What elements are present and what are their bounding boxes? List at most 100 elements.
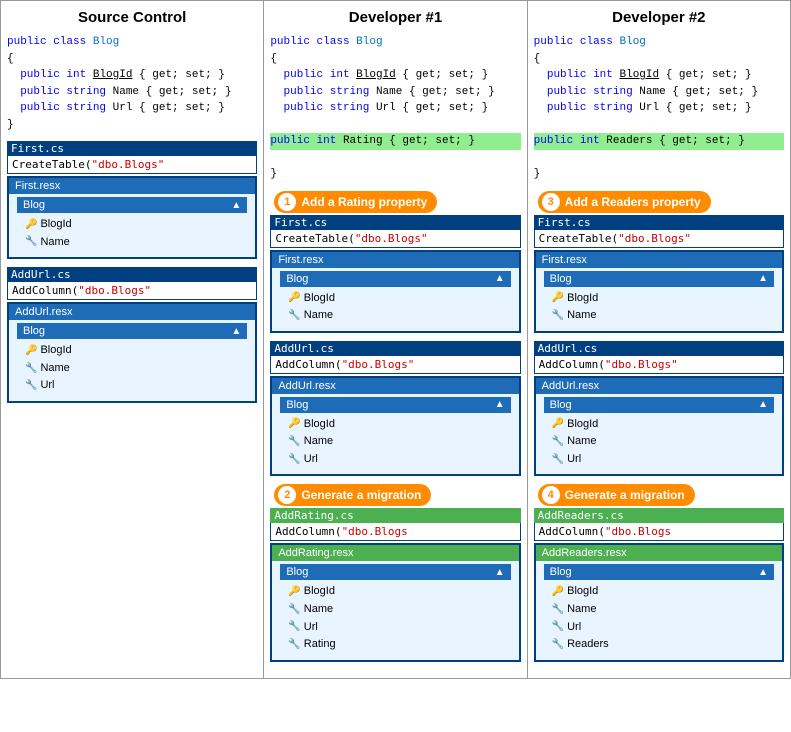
- dev1-code-block: public class Blog { public int BlogId { …: [270, 34, 520, 183]
- dev1-key2: 🔑: [288, 416, 300, 432]
- dev2-blogid: 🔑 BlogId: [552, 290, 766, 308]
- dev2-addurl-resx-header: AddUrl.resx: [536, 378, 782, 394]
- dev2-addreaders-resx-title: AddReaders.resx: [542, 547, 627, 559]
- step4-label: Generate a migration: [565, 488, 685, 502]
- first-cs-content: CreateTable("dbo.Blogs": [7, 156, 257, 174]
- addurl-resx-header: AddUrl.resx: [9, 304, 255, 320]
- blog-entity-header2: Blog ▲: [17, 323, 247, 339]
- dev2-url: 🔧 Url: [552, 451, 766, 469]
- dev2-chevron2: ▲: [758, 399, 768, 410]
- addurl-resx-items: 🔑 BlogId 🔧 Name 🔧 Url: [17, 339, 247, 398]
- dev1-addurl-cs: AddUrl.cs AddColumn("dbo.Blogs" AddUrl.r…: [270, 341, 520, 477]
- first-resx-body: Blog ▲ 🔑 BlogId 🔧 Name: [9, 194, 255, 257]
- dev1-url2: 🔧 Url: [288, 619, 502, 637]
- dev1-blog-label2: Blog: [286, 399, 308, 411]
- dev2-chevron: ▲: [758, 273, 768, 284]
- step1-badge: 1 Add a Rating property: [274, 191, 437, 213]
- dev2-addurl-header: AddUrl.cs: [534, 341, 784, 356]
- col-icon2: 🔧: [25, 361, 37, 377]
- dev1-first-resx-header: First.resx: [272, 252, 518, 268]
- dev2-readers: 🔧 Readers: [552, 636, 766, 654]
- dev1-blogid2: 🔑 BlogId: [288, 416, 502, 434]
- step2-label: Generate a migration: [301, 488, 421, 502]
- dev2-col-readers: 🔧: [552, 637, 564, 653]
- key-icon: 🔑: [25, 217, 37, 233]
- dev1-first-resx-body: Blog ▲ 🔑 BlogId 🔧 Name: [272, 268, 518, 331]
- dev1-addrating-cs: AddRating.cs AddColumn("dbo.Blogs AddRat…: [270, 508, 520, 661]
- dev1-blog-label3: Blog: [286, 566, 308, 578]
- dev1-first-cs-header: First.cs: [270, 215, 520, 230]
- dev2-blog-label2: Blog: [550, 399, 572, 411]
- dev1-addurl-resx-body: Blog ▲ 🔑 BlogId 🔧 Name 🔧 Url: [272, 394, 518, 475]
- step4-circle: 4: [542, 486, 560, 504]
- dev1-col-url: 🔧: [288, 452, 300, 468]
- dev2-blog-header2: Blog ▲: [544, 397, 774, 413]
- dev1-addurl-resx-header: AddUrl.resx: [272, 378, 518, 394]
- dev2-addurl-content: AddColumn("dbo.Blogs": [534, 356, 784, 374]
- dev2-name2: 🔧 Name: [552, 433, 766, 451]
- dev1-first-items: 🔑 BlogId 🔧 Name: [280, 287, 510, 328]
- dev2-addurl-resx-title: AddUrl.resx: [542, 380, 599, 392]
- dev2-first-items: 🔑 BlogId 🔧 Name: [544, 287, 774, 328]
- dev2-first-resx-body: Blog ▲ 🔑 BlogId 🔧 Name: [536, 268, 782, 331]
- addurl-resx-body: Blog ▲ 🔑 BlogId 🔧 Name 🔧 Url: [9, 320, 255, 401]
- resx-item-name2: 🔧 Name: [25, 360, 239, 378]
- dev2-col-url2: 🔧: [552, 619, 564, 635]
- chevron-icon: ▲: [231, 200, 241, 211]
- dev2-blog-header3: Blog ▲: [544, 564, 774, 580]
- dev1-addrating-items: 🔑 BlogId 🔧 Name 🔧 Url 🔧 Rating: [280, 580, 510, 656]
- dev1-name2: 🔧 Name: [288, 433, 502, 451]
- step1-label: Add a Rating property: [301, 195, 427, 209]
- dev1-chevron: ▲: [495, 273, 505, 284]
- dev2-addreaders-content: AddColumn("dbo.Blogs: [534, 523, 784, 541]
- dev1-first-cs: First.cs CreateTable("dbo.Blogs" First.r…: [270, 215, 520, 333]
- dev1-first-resx-box: First.resx Blog ▲ 🔑 BlogId 🔧 Name: [270, 250, 520, 333]
- resx-item-url: 🔧 Url: [25, 377, 239, 395]
- source-code-block: public class Blog { public int BlogId { …: [7, 34, 257, 133]
- first-resx-box: First.resx Blog ▲ 🔑 BlogId 🔧 Name: [7, 176, 257, 259]
- col-title-dev1: Developer #1: [270, 9, 520, 26]
- key-icon2: 🔑: [25, 343, 37, 359]
- column-dev1: Developer #1 public class Blog { public …: [264, 1, 527, 678]
- col-icon: 🔧: [25, 234, 37, 250]
- dev1-addurl-resx-box: AddUrl.resx Blog ▲ 🔑 BlogId 🔧 Name 🔧 Url: [270, 376, 520, 477]
- first-cs-header: First.cs: [7, 141, 257, 156]
- dev1-col-rating: 🔧: [288, 637, 300, 653]
- blog-label: Blog: [23, 199, 45, 211]
- step3-row: 3 Add a Readers property: [534, 191, 784, 213]
- dev2-addreaders-header: AddReaders.cs: [534, 508, 784, 523]
- dev1-chevron3: ▲: [495, 567, 505, 578]
- step2-circle: 2: [278, 486, 296, 504]
- dev1-addrating-resx-box: AddRating.resx Blog ▲ 🔑 BlogId 🔧 Name 🔧 …: [270, 543, 520, 661]
- first-resx-title: First.resx: [15, 180, 60, 192]
- step2-badge: 2 Generate a migration: [274, 484, 431, 506]
- resx-item-blogid: 🔑 BlogId: [25, 216, 239, 234]
- chevron-icon2: ▲: [231, 326, 241, 337]
- dev2-addurl-items: 🔑 BlogId 🔧 Name 🔧 Url: [544, 413, 774, 472]
- dev2-blog-label: Blog: [550, 273, 572, 285]
- col-title-source: Source Control: [7, 9, 257, 26]
- resx-item-name: 🔧 Name: [25, 234, 239, 252]
- dev1-blog-header: Blog ▲: [280, 271, 510, 287]
- dev1-addrating-resx-body: Blog ▲ 🔑 BlogId 🔧 Name 🔧 Url 🔧 Rating: [272, 561, 518, 659]
- first-resx-header: First.resx: [9, 178, 255, 194]
- dev2-col2: 🔧: [552, 434, 564, 450]
- dev2-addurl-resx-box: AddUrl.resx Blog ▲ 🔑 BlogId 🔧 Name 🔧 Url: [534, 376, 784, 477]
- dev2-key3: 🔑: [552, 584, 564, 600]
- blog-entity-header: Blog ▲: [17, 197, 247, 213]
- dev1-col3: 🔧: [288, 602, 300, 618]
- dev2-first-cs-content: CreateTable("dbo.Blogs": [534, 230, 784, 248]
- step3-circle: 3: [542, 193, 560, 211]
- dev2-addreaders-cs: AddReaders.cs AddColumn("dbo.Blogs AddRe…: [534, 508, 784, 661]
- dev1-name3: 🔧 Name: [288, 601, 502, 619]
- dev1-col2: 🔧: [288, 434, 300, 450]
- dev2-addreaders-resx-header: AddReaders.resx: [536, 545, 782, 561]
- dev2-addreaders-resx-body: Blog ▲ 🔑 BlogId 🔧 Name 🔧 Url 🔧 Readers: [536, 561, 782, 659]
- dev2-first-resx-box: First.resx Blog ▲ 🔑 BlogId 🔧 Name: [534, 250, 784, 333]
- dev2-name3: 🔧 Name: [552, 601, 766, 619]
- dev2-addurl-cs: AddUrl.cs AddColumn("dbo.Blogs" AddUrl.r…: [534, 341, 784, 477]
- blog-label2: Blog: [23, 325, 45, 337]
- dev2-col-url: 🔧: [552, 452, 564, 468]
- dev1-addrating-content: AddColumn("dbo.Blogs: [270, 523, 520, 541]
- dev2-blogid3: 🔑 BlogId: [552, 583, 766, 601]
